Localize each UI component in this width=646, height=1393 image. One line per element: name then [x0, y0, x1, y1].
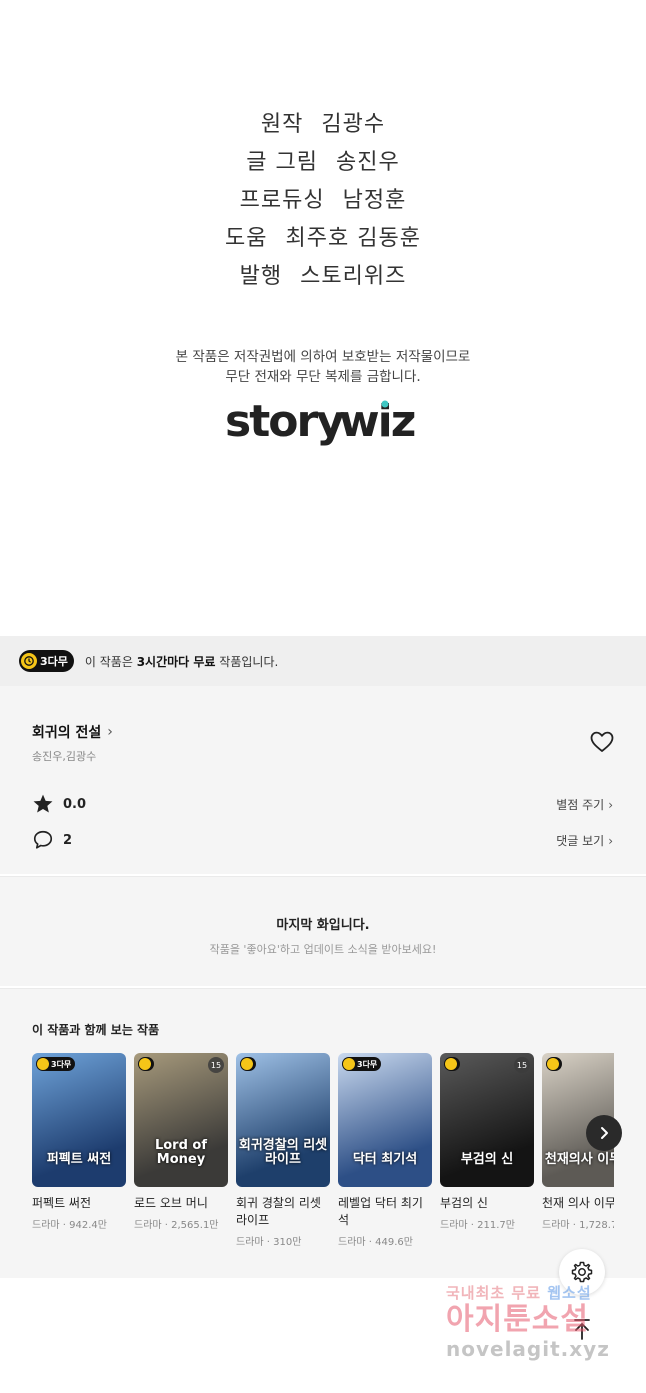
three-hour-free-badge: 3다무	[36, 1057, 76, 1071]
watermark-brand: 아지툰소설	[446, 1302, 589, 1337]
rating-value: 0.0	[63, 796, 87, 812]
recommendation-cover[interactable]: 3다무퍼펙트 써전	[32, 1053, 126, 1187]
clock-icon	[21, 653, 37, 669]
chevron-right-icon: ›	[608, 834, 613, 848]
credit-line-original: 원작 김광수	[260, 112, 386, 137]
watermark-url: novelagit.xyz	[446, 1337, 610, 1361]
work-authors: 송진우,김광수	[32, 750, 97, 763]
recommendation-title[interactable]: 퍼펙트 써전	[32, 1195, 126, 1212]
three-hour-free-badge: 3다무	[342, 1057, 382, 1071]
clock-icon	[445, 1058, 457, 1070]
recommendation-title[interactable]: 천재 의사 이무	[542, 1195, 614, 1212]
clock-icon	[37, 1058, 49, 1070]
clock-icon	[343, 1058, 355, 1070]
svg-text:wiz: wiz	[339, 396, 415, 447]
recommendations-heading: 이 작품과 함께 보는 작품	[32, 1023, 160, 1037]
free-every-3-hours-banner: 3다무 이 작품은 3시간마다 무료 작품입니다.	[0, 636, 646, 686]
chevron-right-icon	[601, 1127, 608, 1139]
site-watermark: 국내최초 무료 웹소설 아지툰소설 novelagit.xyz	[446, 1282, 636, 1361]
cover-title-art: Lord of Money	[154, 1138, 208, 1167]
work-info-section: 회귀의 전설 › 송진우,김광수 0.0 별점 주기 › 2 댓글 보기 ›	[0, 686, 646, 874]
comic-credits-page: 원작 김광수 글 그림 송진우 프로듀싱 남정훈 도움 최주호 김동훈 발행 스토리위즈 …	[0, 0, 646, 636]
cover-title-art: 부검의 신	[460, 1152, 514, 1167]
scroll-to-top-button[interactable]	[566, 1313, 598, 1345]
gear-icon	[571, 1261, 593, 1283]
clock-icon	[241, 1058, 253, 1070]
rating-row: 0.0	[32, 792, 86, 816]
recommendation-meta: 드라마 · 942.4만	[32, 1220, 107, 1231]
chevron-right-icon: ›	[608, 798, 613, 812]
cover-title-art: 회귀경찰의 리셋라이프	[238, 1138, 328, 1167]
credit-line-producer: 프로듀싱 남정훈	[239, 188, 407, 213]
last-episode-subtitle: 작품을 '좋아요'하고 업데이트 소식을 받아보세요!	[209, 943, 437, 956]
arrow-up-icon	[574, 1319, 590, 1340]
recommendation-cover[interactable]: 회귀경찰의 리셋라이프	[236, 1053, 330, 1187]
star-icon	[33, 794, 53, 813]
three-hour-free-badge	[444, 1057, 460, 1071]
recommendation-meta: 드라마 · 449.6만	[338, 1237, 413, 1248]
svg-text:story: story	[225, 396, 344, 447]
recommendation-meta: 드라마 · 310만	[236, 1237, 302, 1248]
recommendation-card[interactable]: 15 부검의 신 부검의 신 드라마 · 211.7만	[440, 1053, 534, 1231]
work-title-link[interactable]: 회귀의 전설 ›	[32, 722, 113, 742]
recommendation-card[interactable]: 3다무닥터 최기석레벨업 닥터 최기석드라마 · 449.6만	[338, 1053, 432, 1248]
recommendation-title[interactable]: 로드 오브 머니	[134, 1195, 228, 1212]
carousel-next-button[interactable]	[586, 1115, 622, 1151]
cover-title-art: 퍼펙트 써전	[46, 1152, 112, 1167]
recommendation-card[interactable]: 3다무 퍼펙트 써전 퍼펙트 써전 드라마 · 942.4만	[32, 1053, 126, 1231]
cover-title-art: 천재의사 이무진	[544, 1152, 614, 1167]
recommendation-meta: 드라마 · 1,728.7	[542, 1220, 614, 1231]
three-hour-free-badge	[546, 1057, 562, 1071]
settings-button[interactable]	[559, 1249, 605, 1295]
recommendation-title[interactable]: 회귀 경찰의 리셋 라이프	[236, 1195, 330, 1229]
free-banner-text: 이 작품은 3시간마다 무료 작품입니다.	[84, 654, 279, 669]
recommendation-title[interactable]: 레벨업 닥터 최기석	[338, 1195, 432, 1229]
recommendation-card[interactable]: 15 Lord of Money 로드 오브 머니드라마 · 2,565.1만	[134, 1053, 228, 1231]
recommendations-section: 이 작품과 함께 보는 작품 3다무 퍼펙트 써전 퍼펙트 써전 드라마 · 942.…	[0, 988, 646, 1278]
three-hour-free-badge: 3다무	[19, 650, 74, 672]
age-rating-badge: 15	[208, 1057, 224, 1073]
credit-line-assist: 도움 최주호 김동훈	[225, 226, 421, 251]
storywiz-logo: story wiz	[0, 394, 646, 458]
recommendation-card[interactable]: 회귀경찰의 리셋라이프회귀 경찰의 리셋 라이프드라마 · 310만	[236, 1053, 330, 1248]
recommendation-cover[interactable]: 3다무닥터 최기석	[338, 1053, 432, 1187]
last-episode-notice: 마지막 화입니다. 작품을 '좋아요'하고 업데이트 소식을 받아보세요!	[0, 876, 646, 986]
clock-icon	[139, 1058, 151, 1070]
comment-icon	[33, 830, 53, 849]
copyright-notice: 본 작품은 저작권법에 의하여 보호받는 저작물이므로 무단 전재와 무단 복제…	[175, 349, 471, 385]
three-hour-free-badge	[138, 1057, 154, 1071]
cover-title-art: 닥터 최기석	[352, 1152, 418, 1167]
recommendation-cover[interactable]: 15 부검의 신	[440, 1053, 534, 1187]
credit-lines: 원작 김광수 글 그림 송진우 프로듀싱 남정훈 도움 최주호 김동훈 발행 스토리위즈	[0, 106, 646, 296]
recommendation-cover[interactable]: 15 Lord of Money	[134, 1053, 228, 1187]
three-hour-free-badge	[240, 1057, 256, 1071]
work-title: 회귀의 전설	[32, 725, 102, 741]
clock-icon	[547, 1058, 559, 1070]
comments-row: 2	[32, 828, 72, 852]
watermark-tagline: 국내최초 무료 웹소설	[446, 1284, 592, 1302]
rate-link[interactable]: 별점 주기 ›	[556, 796, 613, 813]
age-rating-badge: 15	[514, 1057, 530, 1073]
recommendation-carousel: 3다무 퍼펙트 써전 퍼펙트 써전 드라마 · 942.4만 15 Lord of Mon…	[32, 1053, 614, 1263]
recommendation-meta: 드라마 · 2,565.1만	[134, 1220, 219, 1231]
recommendation-title[interactable]: 부검의 신	[440, 1195, 534, 1212]
comments-count: 2	[63, 832, 73, 848]
view-comments-link[interactable]: 댓글 보기 ›	[556, 832, 613, 849]
chevron-right-icon: ›	[107, 724, 113, 740]
credit-line-art: 글 그림 송진우	[246, 150, 400, 175]
credit-line-publisher: 발행 스토리위즈	[239, 264, 407, 289]
heart-icon[interactable]	[589, 730, 615, 754]
last-episode-title: 마지막 화입니다.	[276, 918, 370, 933]
recommendation-meta: 드라마 · 211.7만	[440, 1220, 515, 1231]
